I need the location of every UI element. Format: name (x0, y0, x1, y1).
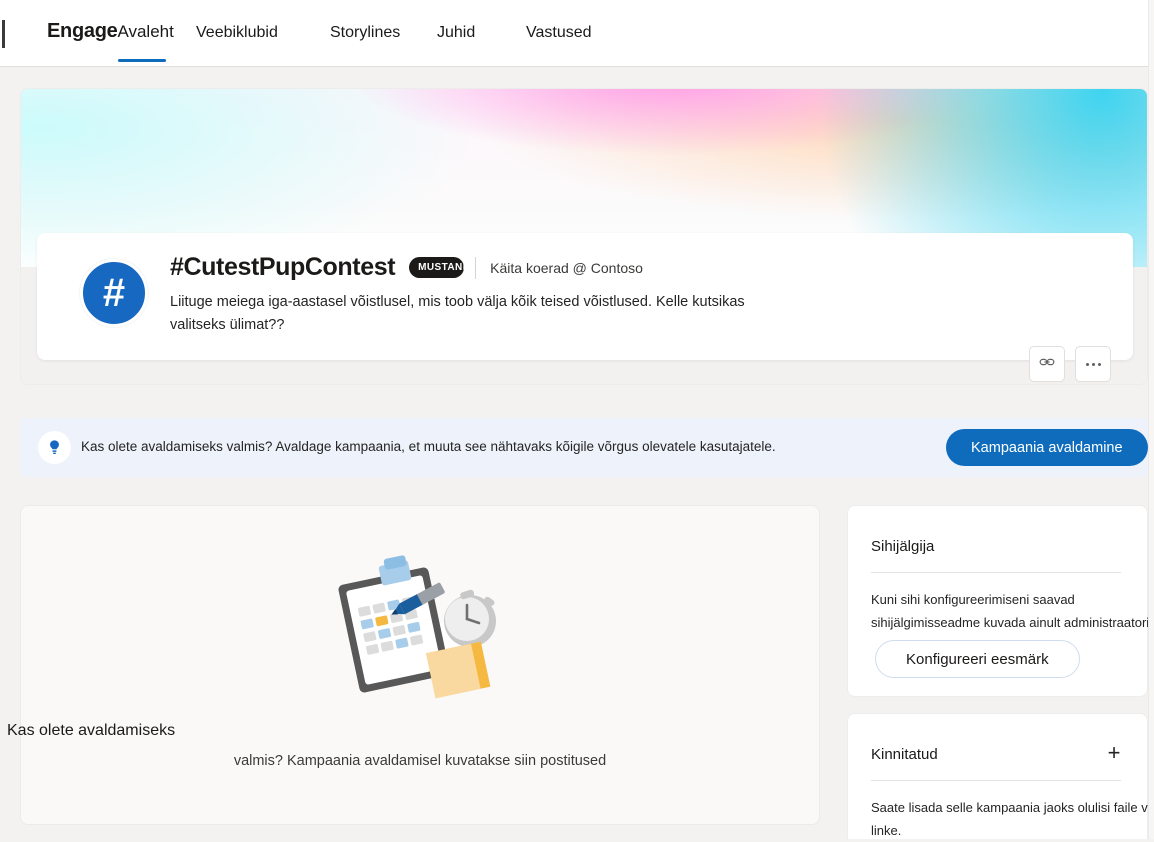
pinned-description: Saate lisada selle kampaania jaoks oluli… (871, 800, 1154, 838)
publish-prompt-message: Kas olete avaldamiseks valmis? Avaldage … (81, 439, 776, 454)
tab-storylines[interactable]: Storylines (330, 24, 400, 42)
pinned-heading: Kinnitatud (871, 746, 938, 763)
empty-state-subtext: valmis? Kampaania avaldamisel kuvatakse … (233, 753, 607, 769)
publish-prompt-banner: Kas olete avaldamiseks valmis? Avaldage … (20, 418, 1148, 477)
sidebar-item-home[interactable]: Engage Avaleht (47, 20, 174, 43)
page-title: #CutestPupContest (170, 253, 396, 281)
goal-tracker-panel: Sihijälgija Kuni sihi konfigureerimiseni… (847, 505, 1154, 697)
page-right-gutter (1148, 0, 1154, 839)
app-brand-label: Engage (47, 20, 118, 42)
tab-leaders[interactable]: Juhid (437, 24, 475, 42)
top-navigation-bar: Engage Avaleht Veebiklubid Storylines Ju… (0, 0, 1148, 67)
goal-tracker-heading: Sihijälgija (871, 538, 935, 555)
campaign-hero: # #CutestPupContest MUSTAND Käita koerad… (20, 88, 1148, 385)
configure-goal-button[interactable]: Konfigureeri eesmärk (875, 640, 1080, 678)
lightbulb-icon (38, 431, 71, 464)
hashtag-icon: # (80, 259, 148, 327)
empty-state-illustration (330, 551, 510, 706)
more-options-button[interactable] (1075, 346, 1111, 382)
publish-campaign-button[interactable]: Kampaania avaldamine (946, 429, 1148, 466)
divider (475, 256, 477, 279)
campaign-feed-panel: Kas olete avaldamiseks valmis? Kampaania… (7, 505, 820, 825)
campaign-description: Liituge meiega iga-aastasel võistlusel, … (170, 294, 745, 333)
pinned-panel: Kinnitatud + Saate lisada selle kampaani… (847, 713, 1154, 839)
more-options-icon (1085, 362, 1101, 366)
goal-tracker-description: Kuni sihi konfigureerimiseni saavad sihi… (871, 592, 1154, 630)
tab-home-label: Avaleht (117, 22, 174, 41)
left-edge-clipped-element (2, 20, 5, 48)
divider (871, 572, 1121, 573)
plus-icon[interactable]: + (1102, 742, 1126, 766)
tab-answers[interactable]: Vastused (526, 24, 592, 42)
copy-link-button[interactable] (1029, 346, 1065, 382)
empty-state-heading: Kas olete avaldamiseks (7, 722, 176, 739)
link-icon (1039, 354, 1055, 375)
campaign-header-card: # #CutestPupContest MUSTAND Käita koerad… (37, 233, 1133, 382)
divider (871, 780, 1121, 781)
campaign-owner-label: Käita koerad @ Contoso (490, 259, 643, 276)
campaign-actions (1029, 346, 1111, 382)
active-tab-indicator (118, 59, 166, 62)
status-badge: MUSTAND (409, 257, 465, 278)
tab-communities[interactable]: Veebiklubid (196, 24, 278, 42)
